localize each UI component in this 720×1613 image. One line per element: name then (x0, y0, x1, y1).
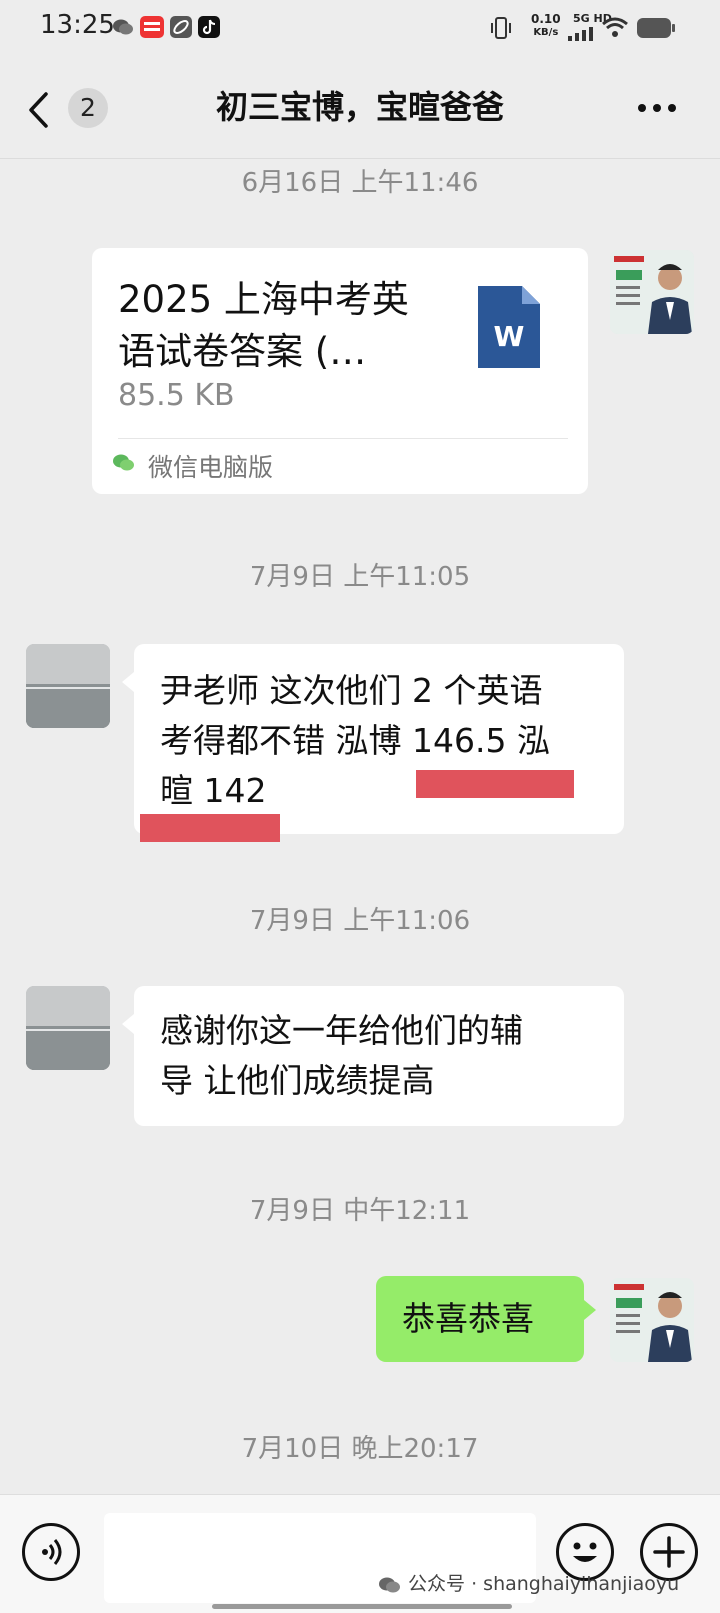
contact-avatar[interactable] (26, 986, 110, 1070)
chat-header: 2 初三宝博，宝暄爸爸 (0, 58, 720, 159)
watermark-text: 公众号 · shanghaiyihanjiaoyu (408, 1573, 680, 1595)
file-title-line: 2025 上海中考英 (118, 278, 409, 321)
net-speed-value: 0.10 (531, 12, 561, 26)
chat-title: 初三宝博，宝暄爸爸 (215, 88, 504, 126)
file-title-line: 语试卷答案 (… (118, 330, 367, 373)
net-speed: 0.10 KB/s (531, 12, 561, 40)
battery-icon (636, 17, 676, 43)
net-speed-unit: KB/s (533, 27, 559, 38)
wechat-icon (112, 16, 134, 38)
wechat-pc-icon (112, 452, 136, 478)
message-text: 尹老师 这次他们 2 个英语 考得都不错 泓博 146.5 泓 暄 142 (160, 666, 550, 816)
signal-icon (566, 26, 596, 45)
message-line: 导 让他们成绩提高 (160, 1061, 435, 1100)
wechat-icon (379, 1577, 400, 1592)
voice-icon (42, 1539, 62, 1565)
news-app-icon (140, 16, 164, 38)
message-timestamp: 7月10日 晚上20:17 (241, 1434, 479, 1464)
message-text: 恭喜恭喜 (402, 1299, 534, 1338)
message-timestamp: 6月16日 上午11:46 (241, 168, 479, 198)
self-message-bubble[interactable]: 恭喜恭喜 (376, 1276, 584, 1362)
text-message-bubble[interactable]: 尹老师 这次他们 2 个英语 考得都不错 泓博 146.5 泓 暄 142 (134, 644, 624, 842)
wifi-icon (600, 14, 630, 44)
word-document-icon: W (478, 286, 540, 368)
tiktok-icon (198, 16, 220, 38)
bubble-tail (122, 672, 134, 692)
more-dots-icon (638, 104, 676, 112)
file-message-card[interactable]: 2025 上海中考英 语试卷答案 (… 85.5 KB W 微信电脑版 (92, 248, 588, 494)
file-source-label: 微信电脑版 (148, 453, 274, 482)
message-timestamp: 7月9日 上午11:05 (249, 562, 471, 592)
chat-input-bar: 公众号 · shanghaiyihanjiaoyu (0, 1494, 720, 1613)
message-timestamp: 7月9日 上午11:06 (249, 906, 471, 936)
vibrate-icon (488, 16, 514, 44)
chevron-left-icon (26, 92, 52, 132)
divider (118, 438, 568, 439)
self-avatar[interactable] (610, 1278, 694, 1362)
text-message-bubble[interactable]: 感谢你这一年给他们的辅 导 让他们成绩提高 (134, 986, 624, 1126)
message-line: 暄 142 (160, 771, 267, 810)
back-button[interactable]: 2 (26, 84, 116, 134)
message-line: 考得都不错 泓博 146.5 泓 (160, 721, 550, 760)
score-highlight (140, 814, 280, 842)
bubble-tail (584, 1300, 596, 1320)
home-indicator[interactable] (212, 1604, 512, 1609)
status-bar: 13:25 0.10 KB/s 5G HD (0, 0, 720, 58)
file-size: 85.5 KB (118, 378, 235, 413)
file-title: 2025 上海中考英 语试卷答案 (… (118, 274, 409, 378)
bubble-tail (122, 1014, 134, 1034)
watermark: 公众号 · shanghaiyihanjiaoyu (378, 1569, 679, 1596)
message-line: 感谢你这一年给他们的辅 (160, 1011, 523, 1050)
message-line: 尹老师 这次他们 2 个英语 (160, 671, 543, 710)
contact-avatar[interactable] (26, 644, 110, 728)
status-time: 13:25 (40, 10, 115, 40)
file-icon-letter: W (493, 320, 525, 353)
self-avatar[interactable] (610, 250, 694, 334)
voice-input-button[interactable] (22, 1523, 80, 1581)
message-timestamp: 7月9日 中午12:11 (249, 1196, 471, 1226)
link-app-icon (170, 16, 192, 38)
more-options-button[interactable] (632, 90, 682, 126)
message-text: 感谢你这一年给他们的辅 导 让他们成绩提高 (160, 1006, 523, 1106)
unread-count-badge: 2 (68, 88, 108, 128)
